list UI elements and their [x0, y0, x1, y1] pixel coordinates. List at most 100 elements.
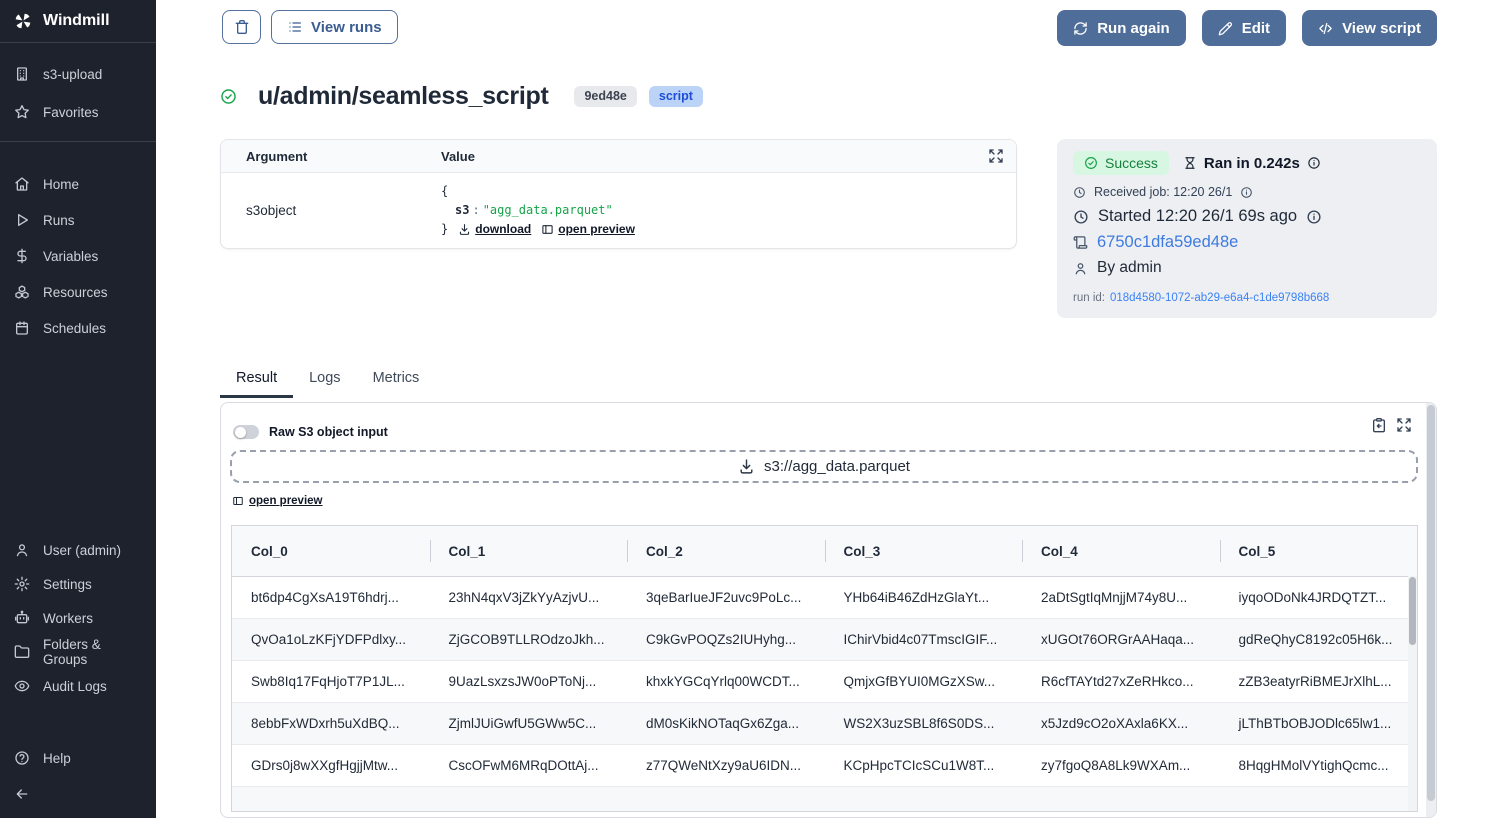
- raw-s3-toggle[interactable]: [233, 425, 259, 439]
- run-again-button[interactable]: Run again: [1057, 10, 1186, 46]
- sidebar-item-s3-upload[interactable]: s3-upload: [0, 55, 156, 93]
- windmill-app: Windmill s3-upload Favorites Home Runs: [0, 0, 1493, 818]
- expand-icon[interactable]: [1396, 417, 1412, 433]
- sidebar-item-resources[interactable]: Resources: [0, 274, 156, 310]
- column-header-col_4: Col_4: [1022, 526, 1220, 577]
- script-type-badge: script: [649, 86, 703, 107]
- brand[interactable]: Windmill: [0, 0, 156, 43]
- job-id-link[interactable]: 6750c1dfa59ed48e: [1097, 233, 1238, 252]
- column-header-col_5: Col_5: [1220, 526, 1418, 577]
- json-colon: :: [469, 203, 482, 217]
- building-icon: [14, 66, 30, 82]
- info-icon[interactable]: [1306, 209, 1322, 225]
- table-cell: 23hN4qxV3jZkYyAzjvU...: [430, 577, 628, 619]
- sidebar-item-variables[interactable]: Variables: [0, 238, 156, 274]
- sidebar-pinned-group: s3-upload Favorites: [0, 43, 156, 142]
- tab-metrics[interactable]: Metrics: [357, 361, 436, 398]
- result-table-wrap: Col_0Col_1Col_2Col_3Col_4Col_5 bt6dp4CgX…: [231, 525, 1418, 812]
- by-admin-row: By admin: [1073, 259, 1421, 277]
- table-cell: bt6dp4CgXsA19T6hdrj...: [232, 577, 430, 619]
- tab-logs[interactable]: Logs: [293, 361, 356, 398]
- edit-button[interactable]: Edit: [1202, 10, 1286, 46]
- json-close-line: } download open preview: [441, 220, 1016, 239]
- open-preview-link-label: open preview: [249, 495, 323, 507]
- column-header-col_1: Col_1: [430, 526, 628, 577]
- clipboard-copy-icon[interactable]: [1371, 417, 1387, 433]
- started-label: Started 12:20 26/1 69s ago: [1098, 207, 1297, 226]
- clock-icon: [1073, 209, 1089, 225]
- result-card-scrollbar-thumb[interactable]: [1427, 405, 1435, 801]
- table-cell: [627, 787, 825, 812]
- run-id-link[interactable]: 018d4580-1072-ab29-e6a4-c1de9798b668: [1110, 292, 1329, 304]
- result-card-actions: [1371, 417, 1412, 433]
- sidebar-collapse-button[interactable]: [0, 777, 156, 818]
- sidebar-item-workers[interactable]: Workers: [0, 601, 156, 635]
- table-row: bt6dp4CgXsA19T6hdrj...23hN4qxV3jZkYyAzjv…: [232, 577, 1417, 619]
- argument-value: { s3:"agg_data.parquet" } download open …: [441, 173, 1016, 248]
- open-preview-link[interactable]: open preview: [232, 495, 323, 507]
- json-key: s3: [455, 203, 469, 217]
- table-row-partial: [232, 787, 1417, 812]
- run-again-label: Run again: [1097, 20, 1170, 37]
- status-badge: Success: [1073, 151, 1169, 175]
- sidebar-item-help[interactable]: Help: [0, 741, 156, 775]
- arguments-header: Argument Value: [221, 140, 1016, 173]
- clock-icon: [1073, 186, 1086, 199]
- download-link[interactable]: download: [458, 220, 531, 239]
- table-cell: z77QWeNtXzy9aU6IDN...: [627, 745, 825, 787]
- sidebar-item-home[interactable]: Home: [0, 166, 156, 202]
- sidebar-item-label: Home: [43, 177, 79, 192]
- expand-icon[interactable]: [988, 148, 1004, 164]
- sidebar-item-label: Help: [43, 751, 71, 766]
- table-cell: CscOFwM6MRqDOttAj...: [430, 745, 628, 787]
- download-icon: [738, 458, 755, 475]
- s3-file-download-button[interactable]: s3://agg_data.parquet: [230, 450, 1418, 483]
- sidebar-item-folders-groups[interactable]: Folders & Groups: [0, 635, 156, 669]
- table-scrollbar-thumb[interactable]: [1409, 577, 1416, 645]
- table-cell: [1022, 787, 1220, 812]
- toolbar-left: View runs: [222, 10, 398, 44]
- duration-text: Ran in 0.242s: [1183, 155, 1321, 172]
- sidebar-item-label: s3-upload: [43, 67, 102, 82]
- json-close-brace: }: [441, 220, 448, 239]
- boxes-icon: [14, 284, 30, 300]
- download-link-label: download: [475, 220, 531, 239]
- sidebar-item-settings[interactable]: Settings: [0, 567, 156, 601]
- refresh-icon: [1073, 21, 1088, 36]
- tab-result[interactable]: Result: [220, 361, 293, 398]
- sidebar-item-audit-logs[interactable]: Audit Logs: [0, 669, 156, 703]
- view-runs-button[interactable]: View runs: [271, 10, 398, 44]
- windmill-logo-icon: [13, 11, 33, 31]
- view-script-button[interactable]: View script: [1302, 10, 1437, 46]
- table-cell: iyqoODoNk4JRDQTZT...: [1220, 577, 1418, 619]
- table-cell: ZjmlJUiGwfU5GWw5C...: [430, 703, 628, 745]
- json-kv-line: s3:"agg_data.parquet": [441, 201, 1016, 220]
- panel-preview-icon: [541, 223, 554, 236]
- sidebar-item-runs[interactable]: Runs: [0, 202, 156, 238]
- table-cell: xUGOt76ORGrAAHaqa...: [1022, 619, 1220, 661]
- delete-button[interactable]: [222, 10, 261, 44]
- toolbar-right: Run again Edit View script: [1057, 10, 1437, 46]
- started-row: Started 12:20 26/1 69s ago: [1073, 207, 1421, 226]
- sidebar-item-label: Workers: [43, 611, 93, 626]
- column-header-col_0: Col_0: [232, 526, 430, 577]
- open-preview-link[interactable]: open preview: [541, 220, 635, 239]
- edit-label: Edit: [1242, 20, 1270, 37]
- sidebar-item-schedules[interactable]: Schedules: [0, 310, 156, 346]
- table-cell: Swb8Iq17FqHjoT7P1JL...: [232, 661, 430, 703]
- info-icon[interactable]: [1240, 186, 1253, 199]
- table-cell: [825, 787, 1023, 812]
- sidebar-item-user-admin[interactable]: User (admin): [0, 533, 156, 567]
- code-icon: [1318, 21, 1333, 36]
- json-open-brace: {: [441, 182, 1016, 201]
- duration-label: Ran in 0.242s: [1204, 155, 1300, 172]
- sidebar-item-favorites[interactable]: Favorites: [0, 93, 156, 131]
- user-icon: [1073, 261, 1088, 276]
- json-string-value: "agg_data.parquet": [483, 203, 613, 217]
- result-table-head-row: Col_0Col_1Col_2Col_3Col_4Col_5: [232, 526, 1417, 577]
- result-tabs: Result Logs Metrics: [220, 361, 435, 398]
- open-preview-link-label: open preview: [558, 220, 635, 239]
- table-cell: 8ebbFxWDxrh5uXdBQ...: [232, 703, 430, 745]
- eye-icon: [14, 678, 30, 694]
- info-icon[interactable]: [1307, 156, 1321, 170]
